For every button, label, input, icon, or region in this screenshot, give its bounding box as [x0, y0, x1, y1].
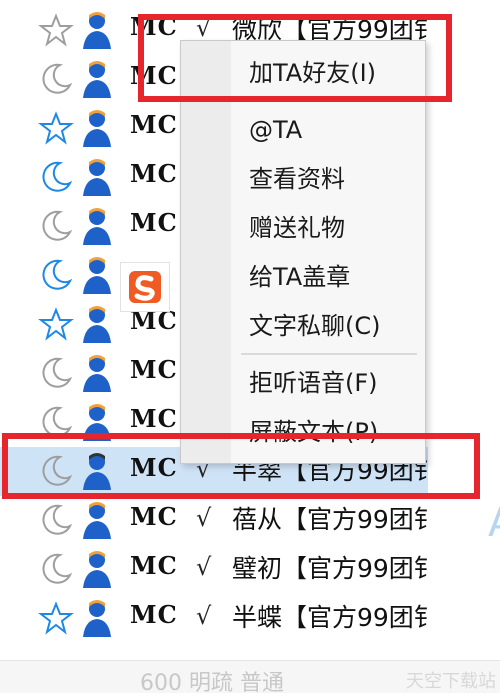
- check-mark: √: [196, 553, 212, 581]
- moon-icon: [42, 504, 73, 535]
- sogou-ime-icon[interactable]: [120, 262, 170, 312]
- moon-icon: [42, 161, 73, 192]
- member-tag: MC: [130, 404, 178, 433]
- moon-icon: [42, 63, 73, 94]
- star-icon: [38, 111, 74, 145]
- member-nickname: 璧初【官方99团钅: [232, 554, 428, 583]
- menu-gutter: [181, 41, 231, 463]
- avatar-icon: [83, 355, 111, 392]
- avatar-icon: [83, 306, 111, 343]
- member-tag: MC: [130, 600, 178, 629]
- menu-stamp[interactable]: 给TA盖章: [231, 255, 425, 299]
- avatar-icon: [83, 257, 111, 294]
- moon-icon: [42, 210, 73, 241]
- check-mark: √: [196, 602, 212, 630]
- moon-icon: [42, 259, 73, 290]
- avatar-icon: [83, 208, 111, 245]
- moon-icon: [42, 357, 73, 388]
- sogou-logo-icon: [129, 271, 161, 303]
- menu-at-ta[interactable]: @TA: [231, 108, 425, 152]
- bottom-strip: 600 明疏 普通 天空下载站: [0, 661, 500, 696]
- avatar-icon: [83, 61, 111, 98]
- member-row[interactable]: MC √ 蓓从【官方99团钅: [0, 496, 500, 545]
- avatar-icon: [83, 502, 111, 539]
- member-tag: MC: [130, 208, 178, 237]
- member-tag: MC: [130, 110, 178, 139]
- member-tag: MC: [130, 159, 178, 188]
- menu-separator: [241, 353, 417, 355]
- moon-icon: [42, 553, 73, 584]
- star-icon: [38, 307, 74, 341]
- avatar-icon: [83, 110, 111, 147]
- menu-send-gift[interactable]: 赠送礼物: [231, 206, 425, 250]
- menu-view-profile[interactable]: 查看资料: [231, 157, 425, 201]
- member-nickname: 蓓从【官方99团钅: [232, 505, 428, 534]
- right-panel-edge: A: [428, 0, 500, 693]
- avatar-icon: [83, 159, 111, 196]
- star-icon: [38, 601, 74, 635]
- avatar-icon: [83, 600, 111, 637]
- member-nickname: 半蝶【官方99团钅: [232, 603, 428, 632]
- highlight-box-selected-row: [2, 433, 480, 499]
- member-tag: MC: [130, 355, 178, 384]
- member-tag: MC: [130, 551, 178, 580]
- member-row[interactable]: MC √ 半蝶【官方99团钅: [0, 594, 500, 643]
- watermark: 天空下载站: [406, 671, 496, 692]
- context-menu: 加TA好友(I) @TA 查看资料 赠送礼物 给TA盖章 文字私聊(C) 拒听语…: [180, 40, 426, 464]
- avatar-icon: [83, 551, 111, 588]
- menu-reject-voice[interactable]: 拒听语音(F): [231, 361, 425, 405]
- panel-glyph: A: [488, 500, 500, 546]
- highlight-box-menu-item: [138, 14, 452, 102]
- star-icon: [38, 13, 74, 47]
- member-tag: MC: [130, 502, 178, 531]
- member-row[interactable]: MC √ 璧初【官方99团钅: [0, 545, 500, 594]
- check-mark: √: [196, 504, 212, 532]
- menu-private-chat[interactable]: 文字私聊(C): [231, 304, 425, 348]
- footer-text: 600 明疏 普通: [140, 671, 284, 696]
- avatar-icon: [83, 12, 111, 49]
